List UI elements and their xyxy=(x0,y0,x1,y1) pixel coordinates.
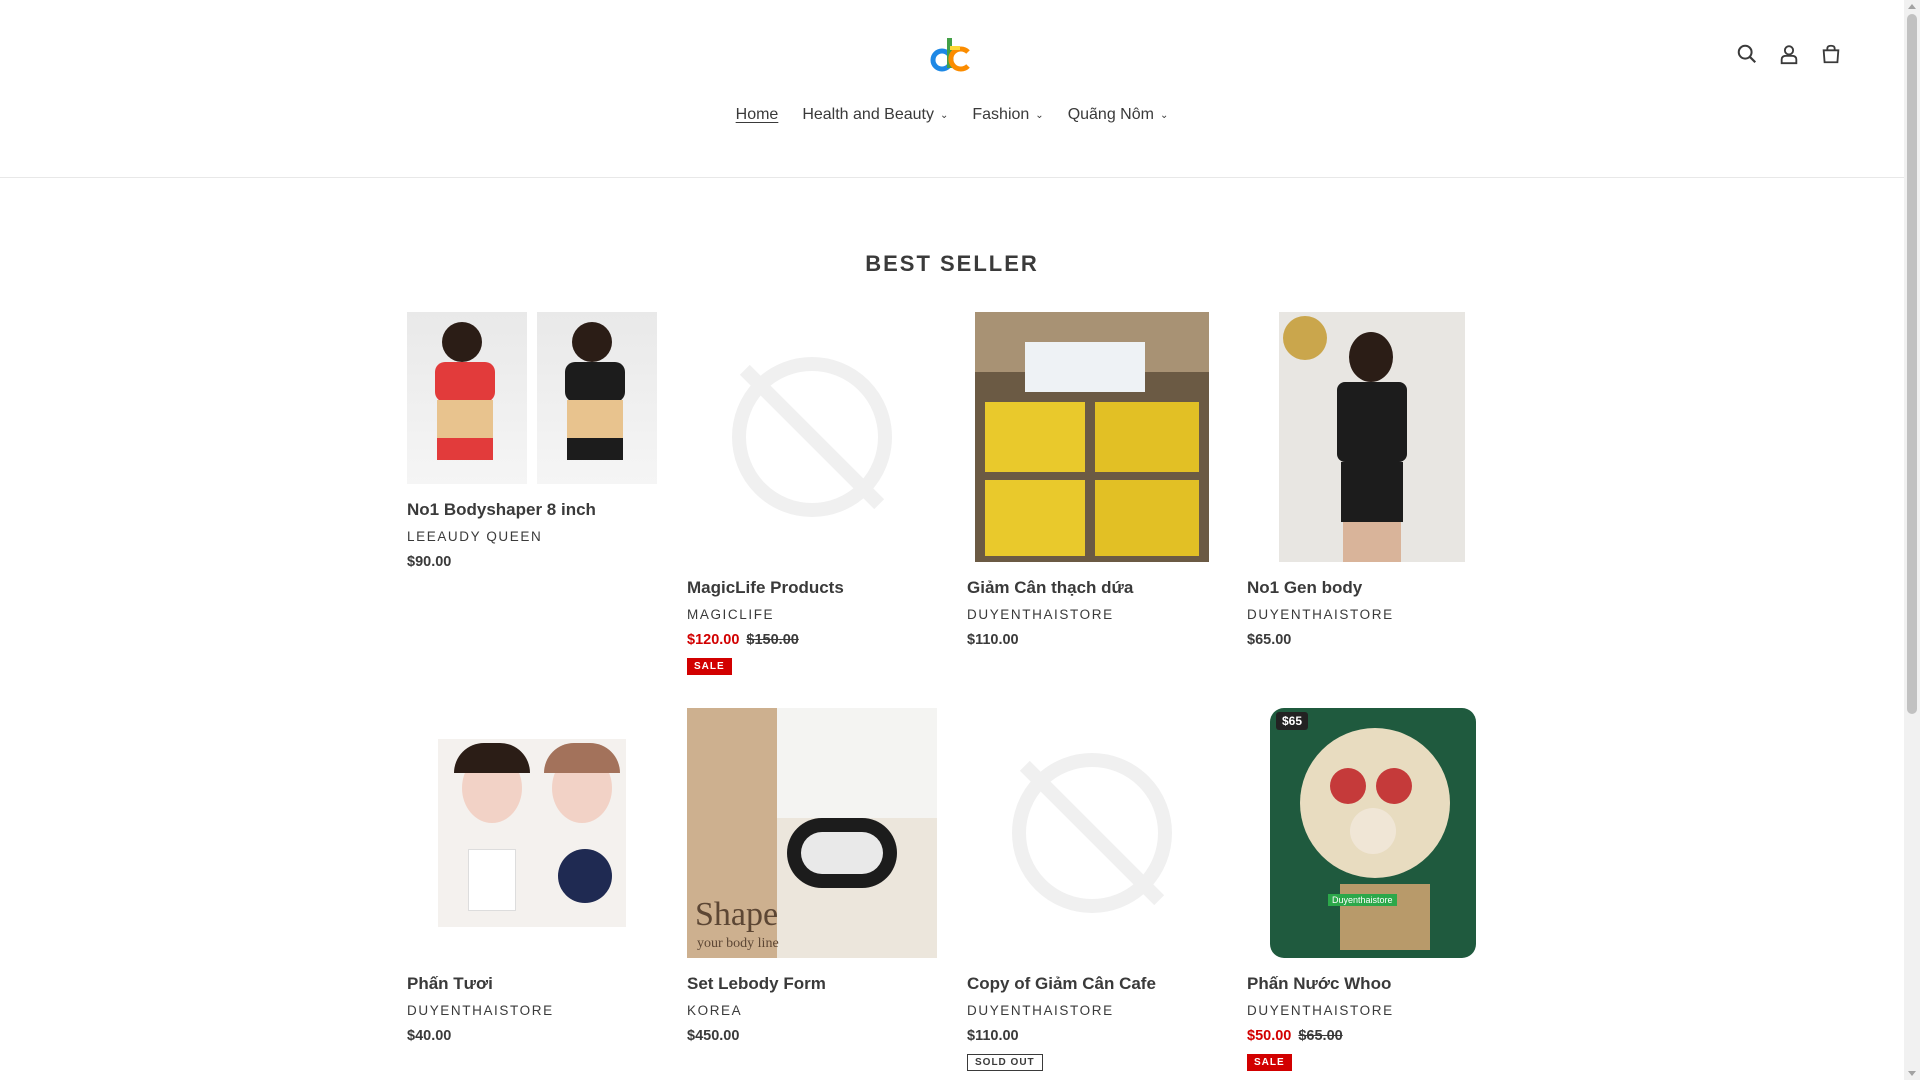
product-vendor: DUYENTHAISTORE xyxy=(967,607,1114,622)
lebody-shape-text: Shape xyxy=(695,896,779,933)
product-price: $450.00 xyxy=(687,1028,740,1044)
product-image[interactable] xyxy=(967,708,1217,958)
product-card[interactable]: Copy of Giảm Cân Cafe DUYENTHAISTORE $11… xyxy=(967,708,1217,1071)
product-title[interactable]: MagicLife Products xyxy=(687,578,937,598)
product-image[interactable] xyxy=(407,312,657,484)
product-card[interactable]: Phấn Tươi DUYENTHAISTORE $40.00 xyxy=(407,708,657,1044)
product-title[interactable]: Giảm Cân thạch dứa xyxy=(967,578,1217,598)
product-card[interactable]: Duyenthaistore $65 Phấn Nước Whoo DUYENT… xyxy=(1247,708,1497,1071)
page-scrollbar[interactable] xyxy=(1904,0,1920,1080)
sale-badge: SALE xyxy=(1247,1054,1292,1071)
account-icon[interactable] xyxy=(1775,40,1803,68)
product-title[interactable]: No1 Bodyshaper 8 inch xyxy=(407,500,657,520)
product-title[interactable]: Copy of Giảm Cân Cafe xyxy=(967,974,1217,994)
product-price-row: $110.00 xyxy=(967,632,1217,648)
product-title[interactable]: Phấn Tươi xyxy=(407,974,657,994)
scroll-thumb[interactable] xyxy=(1907,14,1917,714)
scroll-down-icon[interactable] xyxy=(1908,1071,1916,1076)
product-price-row: $65.00 xyxy=(1247,632,1497,648)
product-image[interactable]: Shape your body line xyxy=(687,708,937,958)
nav-item-health-and-beauty[interactable]: Health and Beauty ⌄ xyxy=(790,106,960,124)
product-price-row: $450.00 xyxy=(687,1028,937,1044)
nav-item-label: Health and Beauty xyxy=(802,106,934,123)
product-compare-price: $65.00 xyxy=(1298,1028,1343,1044)
product-price: $110.00 xyxy=(967,632,1019,648)
product-vendor: LEEAUDY QUEEN xyxy=(407,529,543,544)
product-image[interactable] xyxy=(1247,312,1497,562)
nav-item-home[interactable]: Home xyxy=(724,106,791,124)
product-price: $40.00 xyxy=(407,1028,452,1044)
product-vendor: DUYENTHAISTORE xyxy=(1247,607,1394,622)
product-image[interactable] xyxy=(967,312,1217,562)
product-title[interactable]: No1 Gen body xyxy=(1247,578,1497,598)
nav-item-label: Quãng Nôm xyxy=(1067,106,1154,123)
scroll-up-icon[interactable] xyxy=(1908,4,1916,9)
product-price-row: $110.00 xyxy=(967,1028,1217,1044)
product-card[interactable]: Shape your body line Set Lebody Form KOR… xyxy=(687,708,937,1044)
product-image[interactable] xyxy=(687,312,937,562)
product-image[interactable]: Duyenthaistore $65 xyxy=(1247,708,1497,958)
product-vendor: DUYENTHAISTORE xyxy=(967,1003,1114,1018)
whoo-store-tag: Duyenthaistore xyxy=(1328,894,1397,906)
section-title: BEST SELLER xyxy=(865,251,1039,277)
nav-item-label: Home xyxy=(735,106,779,123)
product-sale-price: $120.00 xyxy=(687,632,740,648)
product-vendor: DUYENTHAISTORE xyxy=(407,1003,554,1018)
product-vendor: MAGICLIFE xyxy=(687,607,775,622)
chevron-down-icon: ⌄ xyxy=(939,109,949,121)
product-price: $90.00 xyxy=(407,554,452,570)
chevron-down-icon: ⌄ xyxy=(1159,109,1169,121)
store-logo[interactable] xyxy=(928,32,974,78)
header-icons xyxy=(1733,40,1845,68)
sold-out-badge: SOLD OUT xyxy=(967,1054,1043,1071)
storefront-page: Home Health and Beauty ⌄ Fashion ⌄ Quãng… xyxy=(0,0,1904,1080)
header-divider xyxy=(0,177,1904,178)
image-price-tag: $65 xyxy=(1276,712,1309,730)
cart-icon[interactable] xyxy=(1817,40,1845,68)
nav-item-fashion[interactable]: Fashion ⌄ xyxy=(960,106,1055,124)
product-vendor: DUYENTHAISTORE xyxy=(1247,1003,1394,1018)
product-sale-price: $50.00 xyxy=(1247,1028,1292,1044)
main-nav: Home Health and Beauty ⌄ Fashion ⌄ Quãng… xyxy=(0,106,1904,124)
nav-item-quang-nom[interactable]: Quãng Nôm ⌄ xyxy=(1056,106,1181,124)
lebody-sub-text: your body line xyxy=(697,936,779,951)
product-image[interactable] xyxy=(407,708,657,958)
product-title[interactable]: Set Lebody Form xyxy=(687,974,937,994)
sale-badge: SALE xyxy=(687,658,732,675)
product-card[interactable]: No1 Bodyshaper 8 inch LEEAUDY QUEEN $90.… xyxy=(407,312,657,570)
product-title[interactable]: Phấn Nước Whoo xyxy=(1247,974,1497,994)
product-price: $110.00 xyxy=(967,1028,1019,1044)
product-price-row: $50.00 $65.00 xyxy=(1247,1028,1497,1044)
nav-item-label: Fashion xyxy=(972,106,1030,123)
chevron-down-icon: ⌄ xyxy=(1035,109,1044,121)
product-card[interactable]: No1 Gen body DUYENTHAISTORE $65.00 xyxy=(1247,312,1497,648)
search-icon[interactable] xyxy=(1733,40,1761,68)
product-card[interactable]: MagicLife Products MAGICLIFE $120.00 $15… xyxy=(687,312,937,675)
product-card[interactable]: Giảm Cân thạch dứa DUYENTHAISTORE $110.0… xyxy=(967,312,1217,648)
product-price-row: $120.00 $150.00 xyxy=(687,632,937,648)
product-price-row: $90.00 xyxy=(407,554,657,570)
product-price-row: $40.00 xyxy=(407,1028,657,1044)
product-compare-price: $150.00 xyxy=(746,632,799,648)
product-vendor: KOREA xyxy=(687,1003,743,1018)
product-price: $65.00 xyxy=(1247,632,1292,648)
